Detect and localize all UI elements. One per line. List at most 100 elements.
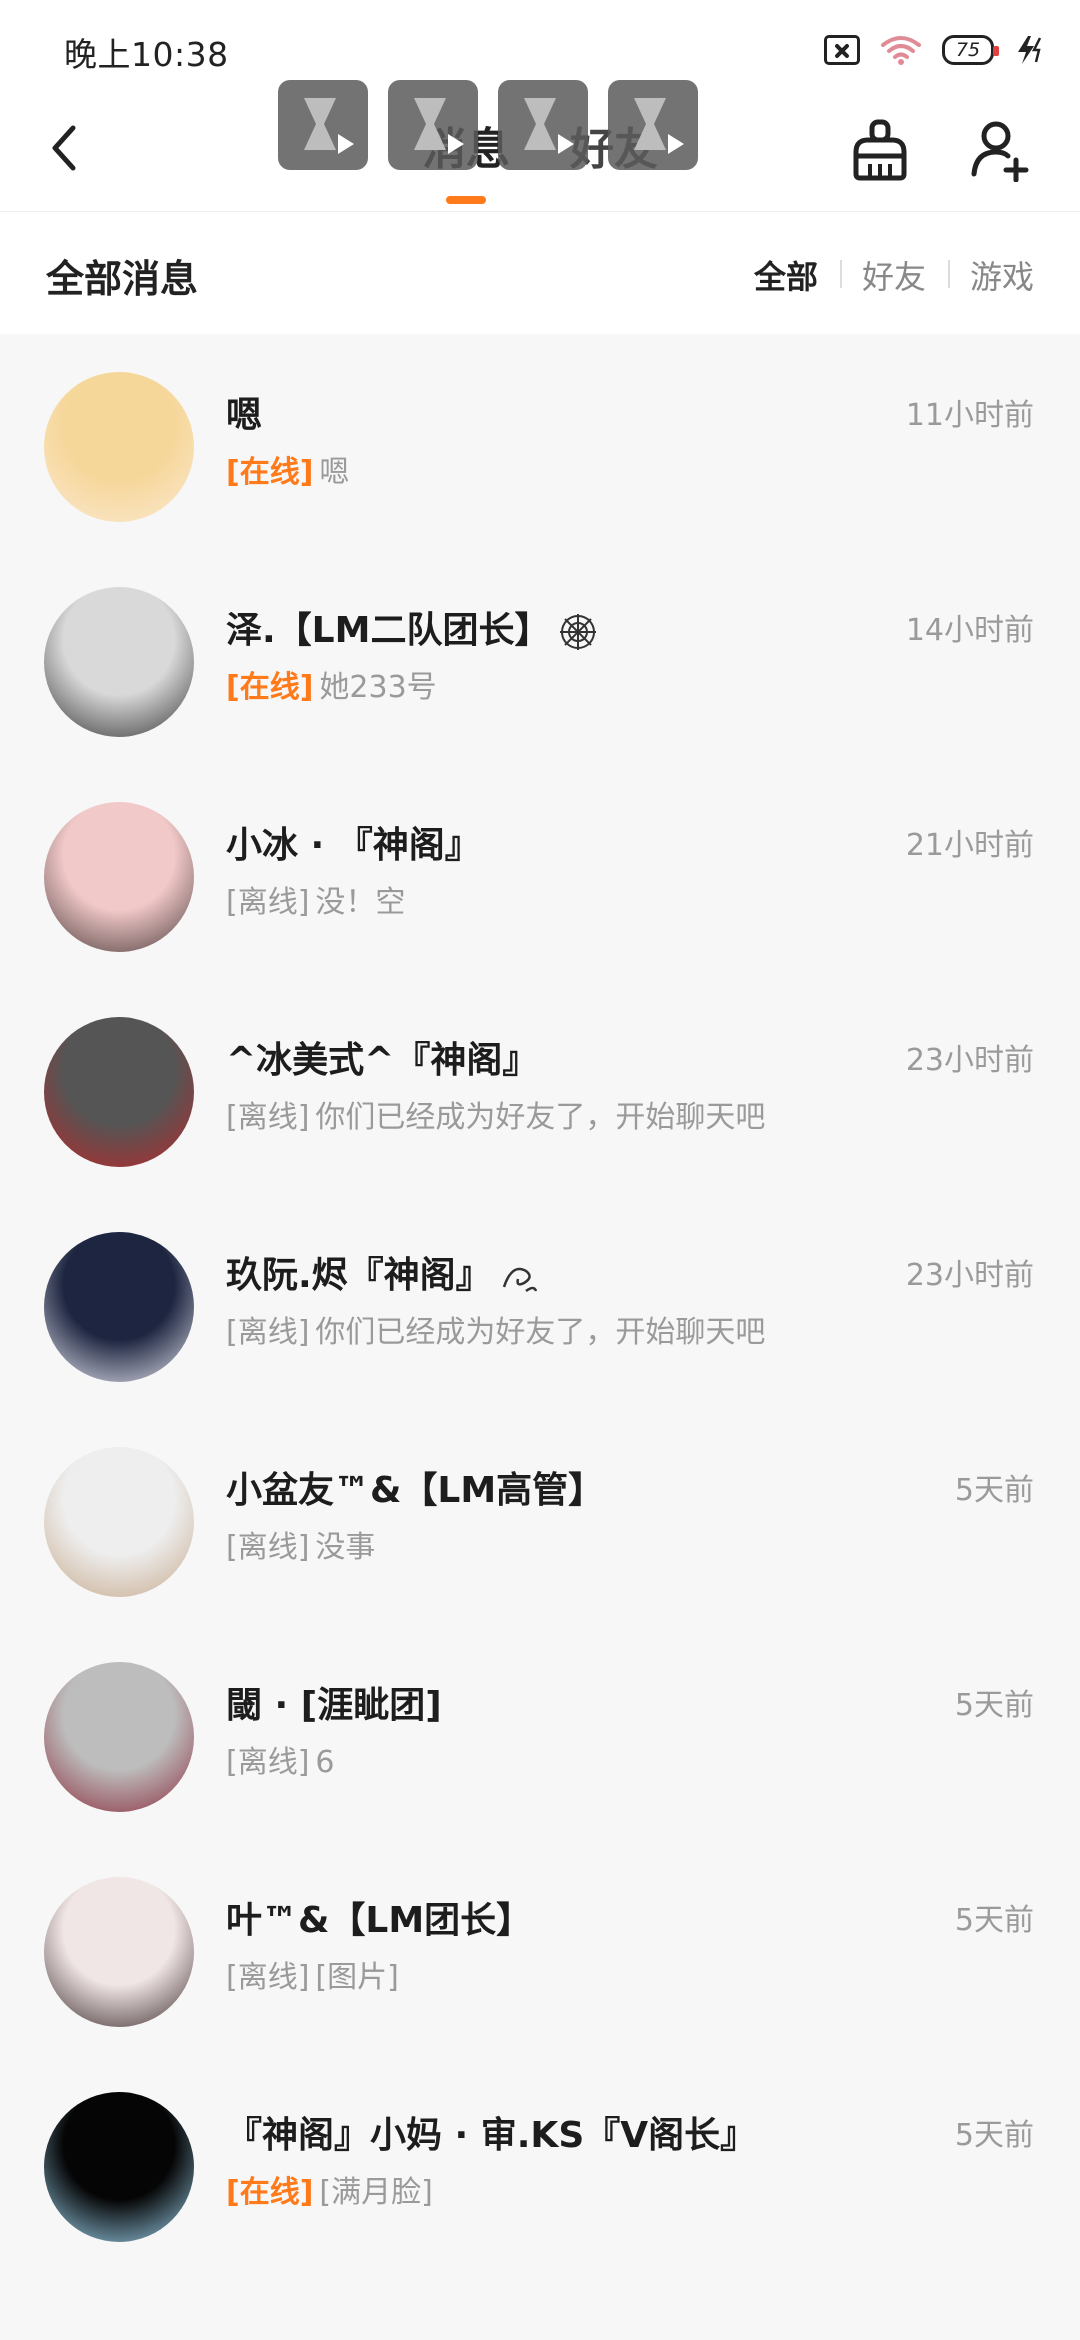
message-time: 5天前 [954, 1473, 1034, 1508]
offline-status: [离线] [226, 1960, 310, 1995]
avatar[interactable] [44, 1662, 194, 1812]
hourglass-icon [304, 98, 336, 150]
preview-text: 她233号 [319, 670, 437, 705]
preview-text: 6 [315, 1745, 335, 1780]
filter-bar: 全部消息 全部 好友 游戏 [0, 212, 1080, 334]
offline-status: [离线] [226, 885, 310, 920]
clean-icon[interactable] [850, 118, 910, 182]
preview-text: 你们已经成为好友了，开始聊天吧 [315, 1315, 766, 1350]
message-time: 5天前 [954, 2118, 1034, 2153]
contact-name: 小冰 · 『神阁』 [226, 816, 481, 868]
offline-status: [离线] [226, 1315, 310, 1350]
online-status: [在线] [226, 455, 314, 490]
floating-media-strip [278, 80, 698, 172]
preview-text: 没事 [315, 1530, 376, 1565]
offline-status: [离线] [226, 1100, 310, 1135]
message-time: 11小时前 [905, 398, 1034, 433]
media-thumbnail[interactable] [498, 80, 588, 170]
avatar[interactable] [44, 802, 194, 952]
preview-text: 没！空 [315, 885, 406, 920]
avatar[interactable] [44, 372, 194, 522]
no-sim-icon [824, 35, 860, 65]
message-item[interactable]: 小冰 · 『神阁』 [离线] 没！空 21小时前 [0, 764, 1080, 979]
message-preview: [在线] 嗯 [226, 447, 349, 491]
contact-name: 小盆友™&【LM高管】 [226, 1461, 604, 1513]
message-item[interactable]: 小盆友™&【LM高管】 [离线] 没事 5天前 [0, 1409, 1080, 1624]
message-preview: [在线] 她233号 [226, 662, 437, 706]
contact-name-text: 嗯 [226, 395, 263, 436]
play-icon [448, 134, 464, 154]
avatar[interactable] [44, 1447, 194, 1597]
avatar[interactable] [44, 1877, 194, 2027]
preview-text: 嗯 [319, 455, 350, 490]
media-thumbnail[interactable] [388, 80, 478, 170]
avatar[interactable] [44, 2092, 194, 2242]
message-preview: [离线] [图片] [226, 1952, 399, 1996]
filter-title: 全部消息 [46, 257, 199, 301]
message-item[interactable]: 閾 · [涯眦团] [离线] 6 5天前 [0, 1624, 1080, 1839]
contact-name-text: 泽.【LM二队团长】 [226, 610, 551, 651]
contact-name-text: 叶™&【LM团长】 [226, 1900, 533, 1941]
preview-text: [图片] [315, 1960, 399, 1995]
wifi-icon [881, 36, 921, 65]
add-friend-icon[interactable] [970, 118, 1030, 182]
media-thumbnail[interactable] [278, 80, 368, 170]
message-time: 14小时前 [905, 613, 1034, 648]
top-bar: 晚上10:38 75 消息 好友 [0, 0, 1080, 212]
hourglass-icon [634, 98, 666, 150]
avatar[interactable] [44, 587, 194, 737]
status-icons: 75 [824, 30, 1044, 70]
play-icon [558, 134, 574, 154]
message-item[interactable]: 『神阁』小妈 · 审.KS『V阁长』 [在线] [满月脸] 5天前 [0, 2054, 1080, 2269]
message-item[interactable]: 玖阮.烬『神阁』 [离线] 你们已经成为好友了，开始聊天吧 23小时前 [0, 1194, 1080, 1409]
contact-name: 叶™&【LM团长】 [226, 1891, 532, 1943]
message-item[interactable]: ^冰美式^『神阁』 [离线] 你们已经成为好友了，开始聊天吧 23小时前 [0, 979, 1080, 1194]
play-icon [338, 134, 354, 154]
message-item[interactable]: 嗯 [在线] 嗯 11小时前 [0, 334, 1080, 549]
message-preview: [离线] 你们已经成为好友了，开始聊天吧 [226, 1092, 765, 1136]
hourglass-icon [524, 98, 556, 150]
contact-name-text: 閾 · [涯眦团] [226, 1685, 442, 1726]
contact-name: ^冰美式^『神阁』 [226, 1031, 538, 1083]
battery-icon: 75 [942, 35, 999, 65]
battery-level: 75 [955, 39, 981, 61]
filter-tabs: 全部 好友 游戏 [754, 252, 1034, 298]
message-time: 23小时前 [905, 1258, 1034, 1293]
contact-name: 泽.【LM二队团长】 [226, 601, 598, 653]
message-time: 5天前 [954, 1688, 1034, 1723]
contact-name: 玖阮.烬『神阁』 [226, 1246, 540, 1298]
message-time: 23小时前 [905, 1043, 1034, 1078]
filter-tab-friends[interactable]: 好友 [839, 252, 948, 298]
status-time: 晚上10:38 [64, 35, 229, 74]
hourglass-icon [414, 98, 446, 150]
message-item[interactable]: 泽.【LM二队团长】 [在线] 她233号 14小时前 [0, 549, 1080, 764]
message-item[interactable]: 叶™&【LM团长】 [离线] [图片] 5天前 [0, 1839, 1080, 2054]
message-preview: [离线] 你们已经成为好友了，开始聊天吧 [226, 1307, 765, 1351]
play-icon [668, 134, 684, 154]
message-preview: [离线] 6 [226, 1737, 335, 1781]
filter-tab-all[interactable]: 全部 [754, 252, 840, 298]
contact-name: 『神阁』小妈 · 审.KS『V阁长』 [226, 2106, 756, 2158]
offline-status: [离线] [226, 1530, 310, 1565]
charging-icon [1018, 36, 1042, 64]
avatar[interactable] [44, 1017, 194, 1167]
spiderweb-icon [560, 614, 597, 650]
contact-name-text: ^冰美式^『神阁』 [226, 1040, 539, 1081]
message-preview: [在线] [满月脸] [226, 2167, 433, 2211]
contact-name-text: 小冰 · 『神阁』 [226, 825, 481, 866]
message-time: 21小时前 [905, 828, 1034, 863]
message-preview: [离线] 没事 [226, 1522, 375, 1566]
swirl-icon [502, 1267, 537, 1293]
online-status: [在线] [226, 2175, 314, 2210]
preview-text: 你们已经成为好友了，开始聊天吧 [315, 1100, 766, 1135]
message-time: 5天前 [954, 1903, 1034, 1938]
header-actions [850, 110, 1030, 190]
online-status: [在线] [226, 670, 314, 705]
contact-name-text: 小盆友™&【LM高管】 [226, 1470, 605, 1511]
preview-text: [满月脸] [319, 2175, 433, 2210]
avatar[interactable] [44, 1232, 194, 1382]
media-thumbnail[interactable] [608, 80, 698, 170]
contact-name: 嗯 [226, 386, 262, 438]
filter-tab-games[interactable]: 游戏 [947, 252, 1034, 298]
contact-name-text: 玖阮.烬『神阁』 [226, 1255, 492, 1296]
